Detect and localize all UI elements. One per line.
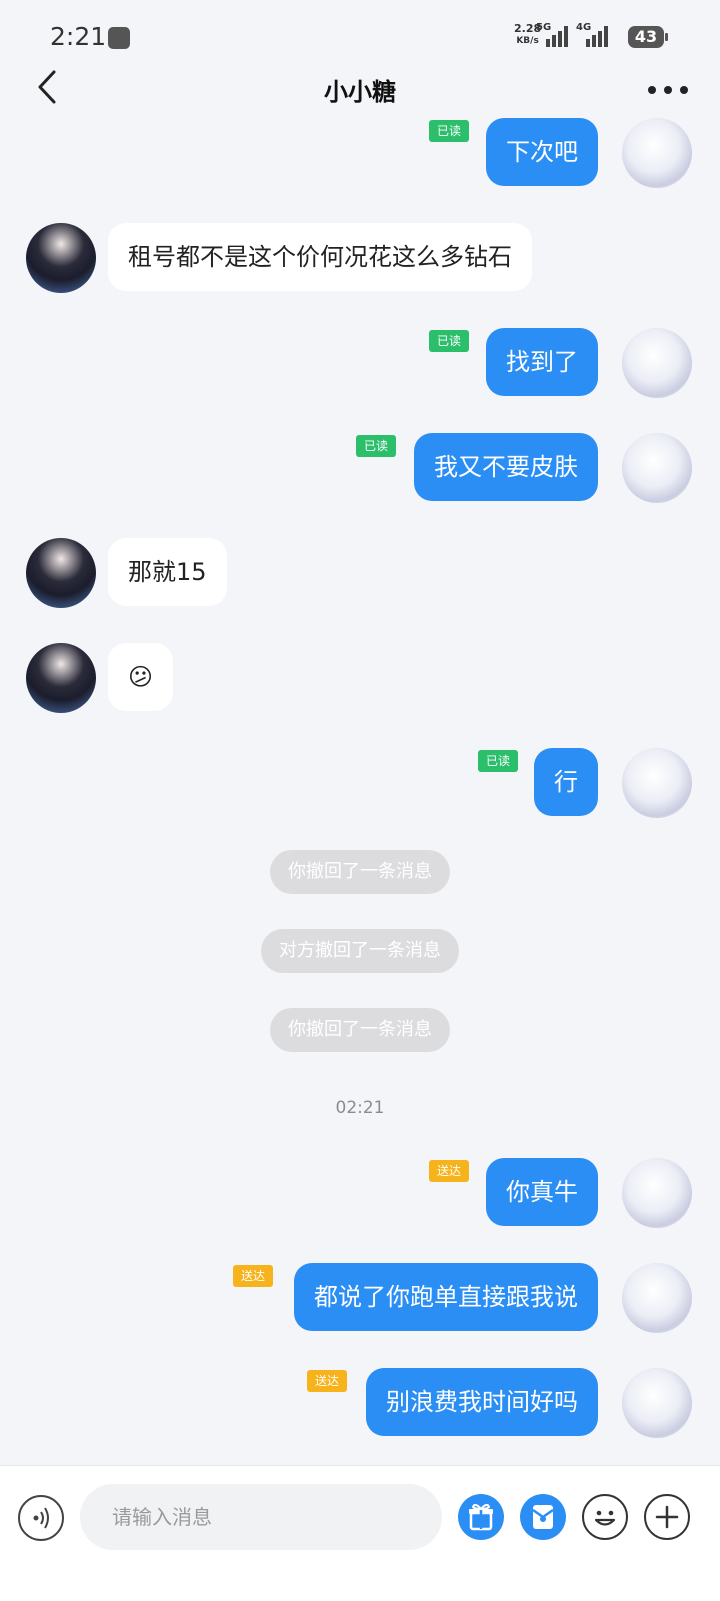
my-avatar[interactable] <box>622 118 692 188</box>
notification-icon <box>108 27 130 49</box>
recall-notice: 对方撤回了一条消息 <box>0 929 720 973</box>
message-bubble-outgoing[interactable]: 都说了你跑单直接跟我说 <box>294 1263 598 1331</box>
signal-bars-2-icon <box>586 26 608 47</box>
message-row: 租号都不是这个价何况花这么多钻石 <box>0 223 720 293</box>
message-bubble-outgoing[interactable]: 找到了 <box>486 328 598 396</box>
more-dot-icon <box>664 86 672 94</box>
more-actions-button[interactable] <box>644 1494 690 1540</box>
recall-notice: 你撤回了一条消息 <box>0 1008 720 1052</box>
message-row: 已读 找到了 <box>0 328 720 398</box>
delivered-badge: 送达 <box>232 1265 273 1287</box>
status-time: 2:21 <box>50 22 107 51</box>
status-bar: 2:21 2.28 KB/s 5G 4G 43 <box>0 0 720 60</box>
read-badge: 已读 <box>355 435 396 457</box>
message-bubble-outgoing[interactable]: 你真牛 <box>486 1158 598 1226</box>
message-input[interactable] <box>80 1484 442 1550</box>
emoji-button[interactable] <box>582 1494 628 1540</box>
message-bubble-outgoing[interactable]: 我又不要皮肤 <box>414 433 598 501</box>
gift-icon <box>469 1503 493 1531</box>
gift-button[interactable] <box>458 1494 504 1540</box>
read-badge: 已读 <box>428 330 469 352</box>
my-avatar[interactable] <box>622 1368 692 1438</box>
contact-avatar[interactable] <box>26 538 96 608</box>
message-row: 那就15 <box>0 538 720 608</box>
more-dot-icon <box>648 86 656 94</box>
network-speed-unit: KB/s <box>516 36 539 46</box>
message-bubble-outgoing[interactable]: 别浪费我时间好吗 <box>366 1368 598 1436</box>
more-options-button[interactable] <box>648 72 688 108</box>
contact-avatar[interactable] <box>26 643 96 713</box>
voice-icon <box>33 1507 49 1529</box>
message-bubble-outgoing[interactable]: 下次吧 <box>486 118 598 186</box>
chat-title: 小小糖 <box>324 78 396 106</box>
my-avatar[interactable] <box>622 1263 692 1333</box>
input-bar <box>0 1465 720 1601</box>
my-avatar[interactable] <box>622 328 692 398</box>
chat-header: 小小糖 <box>0 60 720 120</box>
read-badge: 已读 <box>428 120 469 142</box>
recall-notice: 你撤回了一条消息 <box>0 850 720 894</box>
plus-icon <box>655 1505 679 1529</box>
contact-avatar[interactable] <box>26 223 96 293</box>
message-row: 送达 都说了你跑单直接跟我说 <box>0 1263 720 1333</box>
my-avatar[interactable] <box>622 1158 692 1228</box>
smile-icon <box>594 1510 616 1526</box>
delivered-badge: 送达 <box>306 1370 347 1392</box>
signal-bars-1-icon <box>546 26 568 47</box>
my-avatar[interactable] <box>622 433 692 503</box>
message-bubble-incoming[interactable]: 那就15 <box>108 538 227 606</box>
recall-notice-text: 对方撤回了一条消息 <box>261 929 459 973</box>
message-row: 已读 行 <box>0 748 720 818</box>
battery-icon: 43 <box>628 26 668 48</box>
read-badge: 已读 <box>477 750 518 772</box>
message-row: 送达 你真牛 <box>0 1158 720 1228</box>
message-bubble-incoming[interactable]: 租号都不是这个价何况花这么多钻石 <box>108 223 532 291</box>
more-dot-icon <box>680 86 688 94</box>
recall-notice-text: 你撤回了一条消息 <box>270 1008 450 1052</box>
message-timestamp: 02:21 <box>335 1098 385 1118</box>
my-avatar[interactable] <box>622 748 692 818</box>
message-row: 送达 别浪费我时间好吗 <box>0 1368 720 1438</box>
message-bubble-incoming[interactable]: 😕 <box>108 643 174 711</box>
message-row: 已读 下次吧 <box>0 118 720 188</box>
red-packet-button[interactable] <box>520 1494 566 1540</box>
voice-button[interactable] <box>18 1495 64 1541</box>
recall-notice-text: 你撤回了一条消息 <box>270 850 450 894</box>
message-bubble-outgoing[interactable]: 行 <box>534 748 598 816</box>
message-row: 😕 <box>0 643 720 713</box>
delivered-badge: 送达 <box>428 1160 469 1182</box>
red-packet-icon <box>532 1505 554 1529</box>
message-row: 已读 我又不要皮肤 <box>0 433 720 503</box>
